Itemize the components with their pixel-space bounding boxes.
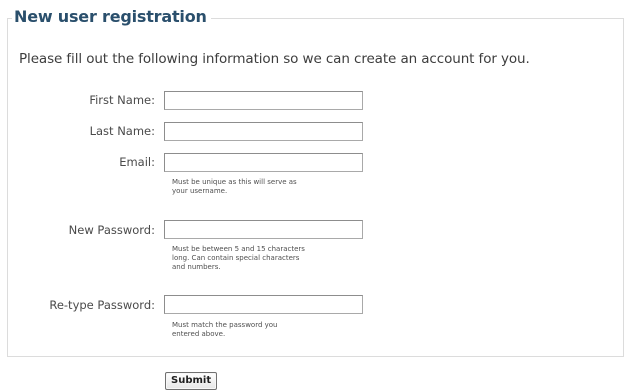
retype-password-hint-line-1: Must match the password you	[172, 321, 278, 329]
new-password-hint-line-1: Must be between 5 and 15 characters	[172, 245, 305, 253]
new-password-hint: Must be between 5 and 15 characters long…	[172, 245, 372, 272]
retype-password-input[interactable]	[164, 295, 363, 314]
email-hint-line-1: Must be unique as this will serve as	[172, 178, 297, 186]
email-input[interactable]	[164, 153, 363, 172]
retype-password-label: Re-type Password:	[49, 298, 155, 312]
submit-button[interactable]: Submit	[165, 372, 218, 390]
first-name-label: First Name:	[89, 93, 155, 107]
retype-password-hint-line-2: entered above.	[172, 330, 226, 338]
email-hint-line-2: your username.	[172, 187, 228, 195]
email-label: Email:	[119, 155, 155, 169]
new-password-hint-line-2: long. Can contain special characters	[172, 254, 300, 262]
form-intro-text: Please fill out the following informatio…	[19, 51, 530, 67]
retype-password-hint: Must match the password you entered abov…	[172, 321, 372, 339]
email-hint: Must be unique as this will serve as you…	[172, 178, 372, 196]
last-name-label: Last Name:	[89, 124, 155, 138]
first-name-input[interactable]	[164, 91, 363, 110]
new-password-label: New Password:	[68, 223, 155, 237]
last-name-input[interactable]	[164, 122, 363, 141]
new-password-hint-line-3: and numbers.	[172, 263, 221, 271]
new-password-input[interactable]	[164, 220, 363, 239]
form-title: New user registration	[12, 7, 211, 27]
